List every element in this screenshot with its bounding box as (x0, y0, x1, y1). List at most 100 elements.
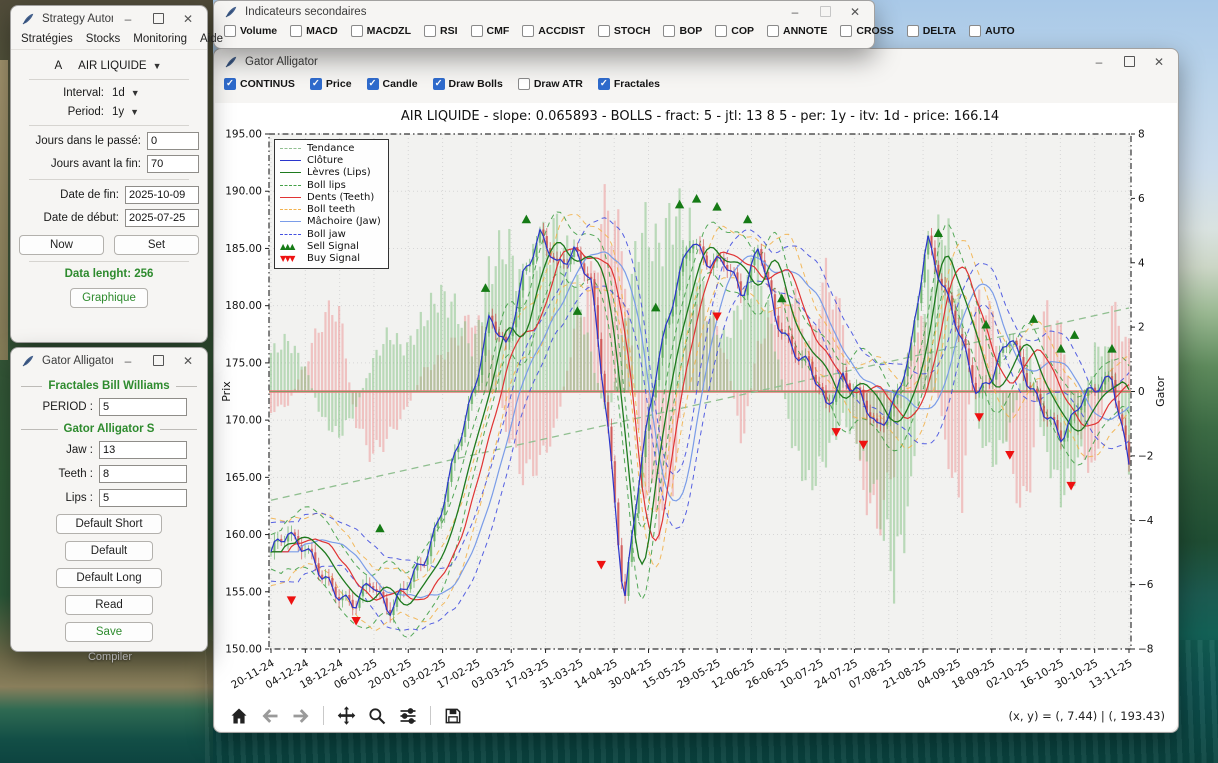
checkbox-unchecked-icon[interactable] (663, 25, 675, 37)
checkbox-unchecked-icon[interactable] (840, 25, 852, 37)
indicator-checkbox-accdist[interactable]: ACCDIST (522, 25, 585, 37)
teeth-input[interactable] (99, 465, 187, 483)
checkbox-unchecked-icon[interactable] (715, 25, 727, 37)
chart-checkbox-fractales[interactable]: ✓Fractales (598, 78, 660, 90)
checkbox-checked-icon[interactable]: ✓ (310, 78, 322, 90)
menu-item-stocks[interactable]: Stocks (86, 33, 121, 45)
indicator-checkbox-rsi[interactable]: RSI (424, 25, 458, 37)
chevron-down-icon: ▼ (130, 107, 139, 117)
minimize-button[interactable]: – (113, 9, 143, 28)
indicator-checkbox-macdzl[interactable]: MACDZL (351, 25, 411, 37)
checkbox-label: MACD (306, 25, 338, 37)
maximize-button[interactable] (143, 9, 173, 28)
fractales-group-label: Fractales Bill Williams (21, 380, 197, 392)
indicator-checkbox-auto[interactable]: AUTO (969, 25, 1015, 37)
set-button[interactable]: Set (114, 235, 199, 255)
checkbox-label: ANNOTE (783, 25, 827, 37)
indicator-checkbox-volume[interactable]: Volume (224, 25, 277, 37)
chart-checkbox-draw-atr[interactable]: Draw ATR (518, 78, 583, 90)
pan-tool-icon[interactable] (334, 704, 358, 728)
maximize-button[interactable] (1114, 52, 1144, 71)
checkbox-unchecked-icon[interactable] (598, 25, 610, 37)
indicator-checkbox-cop[interactable]: COP (715, 25, 754, 37)
checkbox-unchecked-icon[interactable] (518, 78, 530, 90)
past-days-input[interactable] (147, 132, 199, 150)
checkbox-label: CROSS (856, 25, 893, 37)
maximize-button[interactable] (143, 351, 173, 370)
indicator-checkbox-macd[interactable]: MACD (290, 25, 338, 37)
checkbox-unchecked-icon[interactable] (907, 25, 919, 37)
close-button[interactable]: ✕ (173, 9, 203, 28)
zoom-tool-icon[interactable] (365, 704, 389, 728)
forward-tool-icon[interactable] (289, 704, 313, 728)
checkbox-checked-icon[interactable]: ✓ (433, 78, 445, 90)
indicator-checkbox-bop[interactable]: BOP (663, 25, 702, 37)
chart-checkbox-continus[interactable]: ✓CONTINUS (224, 78, 295, 90)
checkbox-label: MACDZL (367, 25, 411, 37)
checkbox-checked-icon[interactable]: ✓ (598, 78, 610, 90)
checkbox-unchecked-icon[interactable] (767, 25, 779, 37)
menu-item-monitoring[interactable]: Monitoring (133, 33, 187, 45)
now-button[interactable]: Now (19, 235, 104, 255)
legend-line-sample (280, 209, 301, 210)
checkbox-unchecked-icon[interactable] (522, 25, 534, 37)
date-start-input[interactable] (125, 209, 199, 227)
checkbox-unchecked-icon[interactable] (224, 25, 236, 37)
indicator-checkbox-annote[interactable]: ANNOTE (767, 25, 827, 37)
legend-line-sample (280, 221, 301, 222)
menu-item-aide[interactable]: Aide (200, 33, 223, 45)
save-tool-icon[interactable] (441, 704, 465, 728)
stock-selector[interactable]: AIR LIQUIDE ▼ (76, 59, 163, 73)
checkbox-checked-icon[interactable]: ✓ (224, 78, 236, 90)
default-short-button[interactable]: Default Short (56, 514, 162, 534)
maximize-button[interactable] (810, 2, 840, 21)
checkbox-unchecked-icon[interactable] (424, 25, 436, 37)
close-button[interactable]: ✕ (173, 351, 203, 370)
read-button[interactable]: Read (65, 595, 153, 615)
checkbox-unchecked-icon[interactable] (969, 25, 981, 37)
minimize-button[interactable]: – (113, 351, 143, 370)
checkbox-unchecked-icon[interactable] (471, 25, 483, 37)
close-button[interactable]: ✕ (840, 2, 870, 21)
home-tool-icon[interactable] (227, 704, 251, 728)
minimize-button[interactable]: – (1084, 52, 1114, 71)
indicator-checkbox-cmf[interactable]: CMF (471, 25, 510, 37)
svg-text:185.00: 185.00 (225, 243, 262, 255)
days-before-end-input[interactable] (147, 155, 199, 173)
chart-checkbox-candle[interactable]: ✓ Candle (367, 78, 418, 90)
indicator-checkbox-cross[interactable]: CROSS (840, 25, 893, 37)
configure-tool-icon[interactable] (396, 704, 420, 728)
period-label: PERIOD : (21, 401, 99, 413)
jaw-input[interactable] (99, 441, 187, 459)
chart-checkbox-price[interactable]: ✓Price (310, 78, 352, 90)
save-button[interactable]: Save (65, 622, 153, 642)
checkbox-checked-icon[interactable]: ✓ (367, 78, 379, 90)
default-button[interactable]: Default (65, 541, 153, 561)
indicators-titlebar: Indicateurs secondaires – ✕ (214, 1, 874, 22)
cursor-coordinates: (x, y) = (, 7.44) | (, 193.43) (1009, 709, 1165, 723)
indicator-checkbox-stoch[interactable]: STOCH (598, 25, 651, 37)
checkbox-unchecked-icon[interactable] (290, 25, 302, 37)
period-input[interactable] (99, 398, 187, 416)
graphique-button[interactable]: Graphique (70, 288, 148, 308)
lips-input[interactable] (99, 489, 187, 507)
close-button[interactable]: ✕ (1144, 52, 1174, 71)
teeth-label: Teeth : (21, 468, 99, 480)
svg-text:190.00: 190.00 (225, 186, 262, 198)
chart-checkbox-draw-bolls[interactable]: ✓Draw Bolls (433, 78, 503, 90)
chart-option-checkboxes: ✓CONTINUS✓Price✓Candle✓Draw BollsDraw AT… (214, 74, 1178, 90)
chart-window-titlebar: Gator Alligator – ✕ (214, 49, 1178, 74)
default-long-button[interactable]: Default Long (56, 568, 162, 588)
menu-item-stratégies[interactable]: Stratégies (21, 33, 73, 45)
minimize-button[interactable]: – (780, 2, 810, 21)
period-selector[interactable]: 1y ▼ (110, 105, 199, 119)
date-end-input[interactable] (125, 186, 199, 204)
back-tool-icon[interactable] (258, 704, 282, 728)
indicator-checkbox-delta[interactable]: DELTA (907, 25, 956, 37)
interval-selector[interactable]: 1d ▼ (110, 86, 199, 100)
secondary-indicators-window: Indicateurs secondaires – ✕ Volume MACD MA… (213, 0, 875, 49)
legend-item: Mâchoire (Jaw) (280, 216, 381, 228)
checkbox-label: Candle (383, 78, 418, 90)
checkbox-unchecked-icon[interactable] (351, 25, 363, 37)
window-title: Indicateurs secondaires (245, 6, 780, 18)
